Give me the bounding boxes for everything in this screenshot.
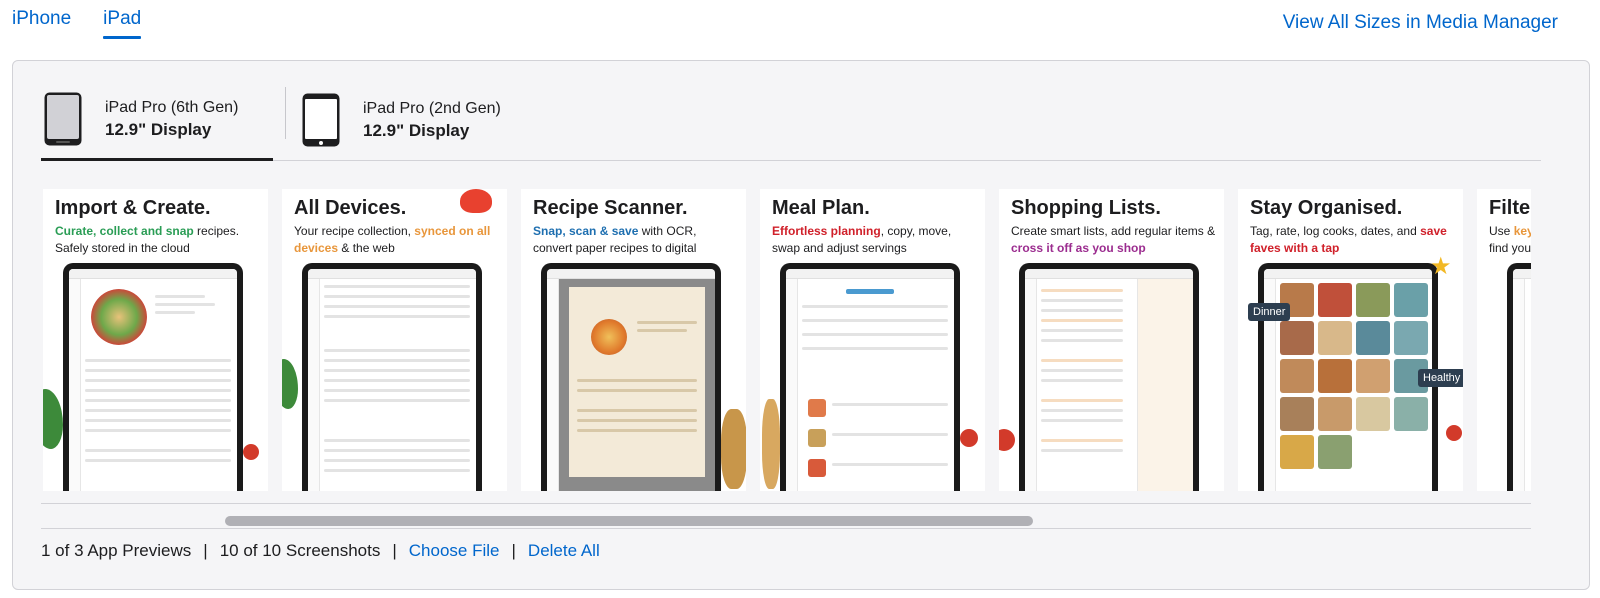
star-icon: ★ — [1430, 253, 1452, 280]
screenshot-subtitle: Tag, rate, log cooks, dates, and save fa… — [1250, 224, 1447, 255]
tablet-mockup — [780, 263, 960, 491]
screenshot-stay-organised[interactable]: Stay Organised. Tag, rate, log cooks, da… — [1238, 189, 1463, 491]
tablet-mockup — [63, 263, 243, 491]
separator: | — [203, 541, 208, 560]
separator: | — [511, 541, 516, 560]
screenshot-shopping-lists[interactable]: Shopping Lists. Create smart lists, add … — [999, 189, 1224, 491]
screenshot-subtitle: Use key find your — [1489, 224, 1531, 255]
screenshot-carousel[interactable]: Import & Create. Curate, collect and sna… — [43, 189, 1531, 491]
screenshot-meal-plan[interactable]: Meal Plan. Effortless planning, copy, mo… — [760, 189, 985, 491]
device-name: iPad Pro (2nd Gen) — [363, 100, 501, 117]
carousel-scrollbar[interactable] — [41, 503, 1531, 529]
tag-dinner: Dinner — [1248, 303, 1291, 321]
screenshot-headline: Import & Create. — [55, 197, 211, 219]
screenshot-headline: Filte — [1489, 197, 1531, 219]
screenshot-all-devices[interactable]: All Devices. Your recipe collection, syn… — [282, 189, 507, 491]
tab-ipad-pro-6th-gen[interactable]: iPad Pro (6th Gen) 12.9" Display — [41, 79, 273, 161]
screenshots-panel: iPad Pro (6th Gen) 12.9" Display iPad Pr… — [12, 60, 1590, 590]
screenshot-subtitle: Create smart lists, add regular items & … — [1011, 224, 1216, 255]
screenshot-import-create[interactable]: Import & Create. Curate, collect and sna… — [43, 189, 268, 491]
screenshot-headline: Stay Organised. — [1250, 197, 1403, 219]
tablet-mockup — [1019, 263, 1199, 491]
ipad-gray-icon — [43, 91, 83, 147]
screenshot-recipe-scanner[interactable]: Recipe Scanner. Snap, scan & save with O… — [521, 189, 746, 491]
tab-ipad[interactable]: iPad — [103, 0, 142, 42]
delete-all-button[interactable]: Delete All — [528, 541, 600, 561]
tab-divider — [285, 87, 286, 139]
tablet-mockup — [1258, 263, 1438, 491]
separator: | — [392, 541, 397, 560]
ipad-home-button-icon — [301, 92, 341, 148]
screenshot-subtitle: Your recipe collection, synced on all de… — [294, 224, 491, 255]
device-size: 12.9" Display — [105, 119, 212, 139]
screenshot-headline: Shopping Lists. — [1011, 197, 1161, 219]
screenshot-headline: Recipe Scanner. — [533, 197, 688, 219]
choose-file-button[interactable]: Choose File — [409, 541, 500, 561]
tab-ipad-pro-2nd-gen[interactable]: iPad Pro (2nd Gen) 12.9" Display — [299, 79, 539, 161]
scrollbar-thumb[interactable] — [225, 516, 1033, 526]
tablet-mockup — [302, 263, 482, 491]
screenshot-subtitle: Snap, scan & save with OCR, convert pape… — [533, 224, 697, 255]
media-footer: 1 of 3 App Previews | 10 of 10 Screensho… — [41, 541, 600, 561]
screenshot-subtitle: Curate, collect and snap recipes. Safely… — [55, 224, 240, 255]
platform-tabs: iPhone iPad — [12, 0, 142, 42]
screenshot-subtitle: Effortless planning, copy, move, swap an… — [772, 224, 952, 255]
screenshots-count: 10 of 10 Screenshots — [219, 541, 381, 560]
screenshot-filter-partial[interactable]: Filte Use key find your — [1477, 189, 1531, 491]
tablet-mockup — [1507, 263, 1531, 491]
device-size: 12.9" Display — [363, 121, 470, 140]
tag-healthy: Healthy — [1418, 369, 1463, 387]
app-previews-count: 1 of 3 App Previews — [41, 541, 192, 560]
screenshot-headline: Meal Plan. — [772, 197, 870, 219]
device-size-tabs: iPad Pro (6th Gen) 12.9" Display iPad Pr… — [41, 79, 1541, 161]
device-name: iPad Pro (6th Gen) — [105, 98, 239, 116]
tab-iphone[interactable]: iPhone — [12, 0, 71, 42]
tablet-mockup — [541, 263, 721, 491]
view-all-sizes-link[interactable]: View All Sizes in Media Manager — [1283, 12, 1558, 34]
screenshot-headline: All Devices. — [294, 197, 407, 219]
